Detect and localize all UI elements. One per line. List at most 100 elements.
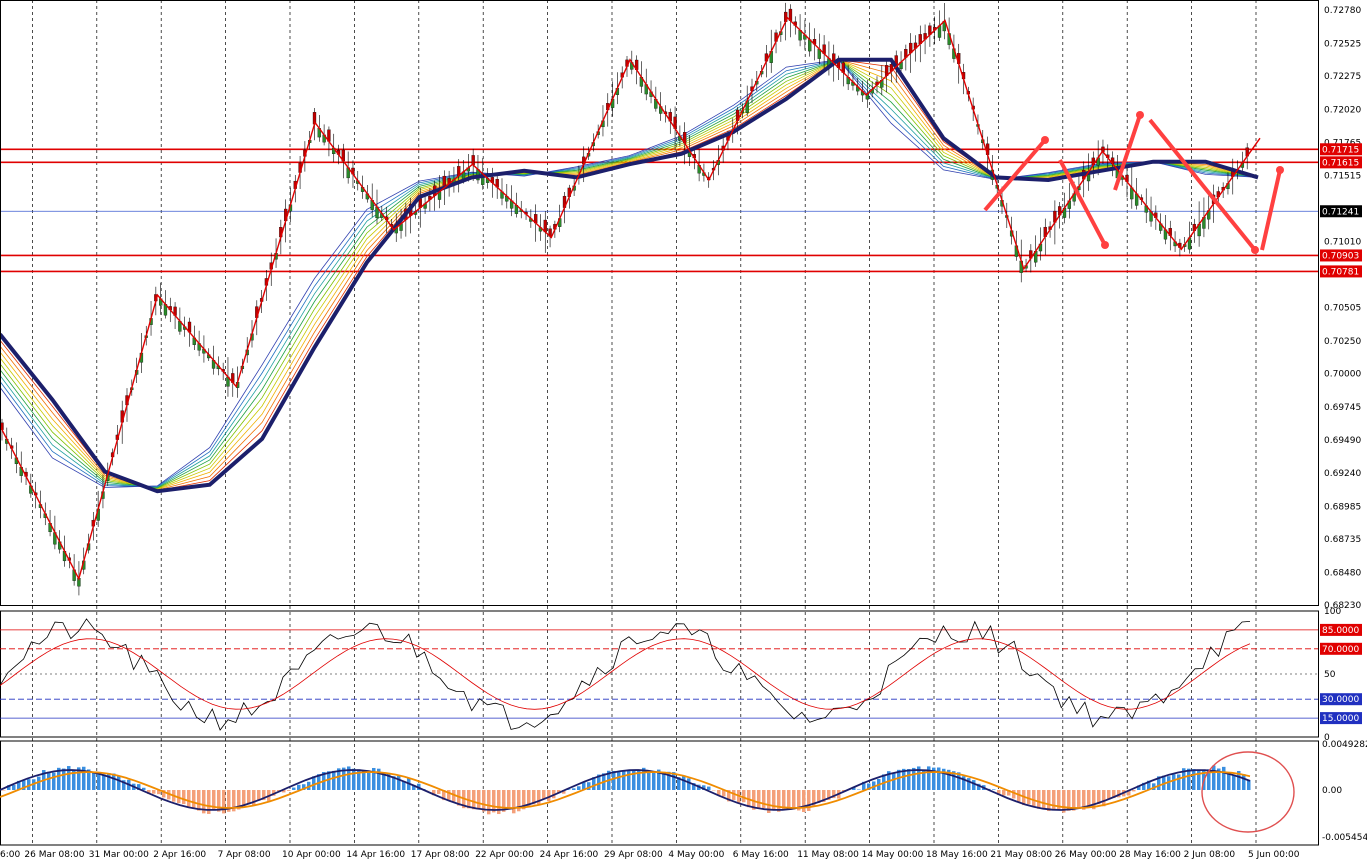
price-tick-label: 0.72780 [1324, 6, 1361, 16]
macd-bar [1042, 790, 1046, 810]
macd-bar [112, 773, 116, 790]
macd-bar [1222, 766, 1226, 790]
time-tick-label: 10 Apr 00:00 [282, 850, 341, 860]
time-tick-label: 29 Apr 08:00 [604, 850, 663, 860]
time-tick-label: 4 May 00:00 [668, 850, 724, 860]
level-tag-label: 0.71241 [1322, 207, 1359, 217]
macd-bar [972, 780, 976, 790]
time-tick-label: 21 May 08:00 [990, 850, 1052, 860]
macd-bar [362, 770, 366, 790]
level-tag-label: 0.70903 [1322, 251, 1359, 261]
macd-bar [1177, 774, 1181, 790]
macd-bar [297, 784, 301, 790]
macd-bar [1017, 790, 1021, 803]
candle-body [471, 155, 475, 166]
macd-bar [512, 790, 516, 814]
macd-bar [287, 790, 291, 791]
macd-bar [742, 790, 746, 803]
macd-bar [472, 790, 476, 810]
macd-bar [572, 788, 576, 790]
macd-bar [367, 770, 371, 790]
macd-bar [197, 790, 201, 811]
time-tick-label: 2 Apr 16:00 [153, 850, 206, 860]
level-tag-label: 0.71615 [1322, 158, 1359, 168]
macd-bar [47, 771, 51, 790]
macd-bar [777, 790, 781, 812]
macd-bar [792, 790, 796, 810]
stoch-tag-label: 85.0000 [1322, 626, 1359, 636]
macd-bar [117, 776, 121, 790]
macd-bar [652, 771, 656, 790]
macd-bar [12, 785, 16, 790]
macd-bar [1037, 790, 1041, 809]
time-tick-label: 28 May 16:00 [1119, 850, 1181, 860]
macd-bar [507, 790, 511, 810]
price-tick-label: 0.68735 [1324, 535, 1361, 545]
trend-arrow-head [1136, 111, 1144, 119]
time-tick-label: 5 Jun 00:00 [1248, 850, 1300, 860]
price-tick-label: 0.69745 [1324, 403, 1361, 413]
price-tick-label: 0.72525 [1324, 39, 1361, 49]
time-tick-label: 2 Jun 08:00 [1184, 850, 1236, 860]
macd-bar [92, 771, 96, 790]
macd-bar [857, 789, 861, 790]
macd-bar [352, 768, 356, 790]
price-tick-label: 0.68985 [1324, 502, 1361, 512]
macd-bar [647, 770, 651, 790]
trend-arrow-head [1041, 136, 1049, 144]
time-tick-label: 18 May 16:00 [926, 850, 988, 860]
macd-bar [247, 790, 251, 805]
trend-arrow-head [1101, 241, 1109, 249]
price-tick-label: 0.68230 [1324, 601, 1361, 611]
macd-bar [152, 790, 156, 794]
time-tick-label: 26 Mar 08:00 [24, 850, 84, 860]
price-tick-label: 0.71515 [1324, 171, 1361, 181]
macd-bar [1242, 774, 1246, 790]
macd-tick-label: -0.005454 [1322, 833, 1367, 843]
time-tick-label: 24 Apr 16:00 [540, 850, 599, 860]
price-tick-label: 0.68480 [1324, 568, 1361, 578]
macd-bar [292, 787, 296, 790]
time-tick-label: 11 May 08:00 [797, 850, 859, 860]
macd-bar [912, 767, 916, 790]
macd-bar [787, 790, 791, 810]
forex-chart: 10085.000070.00005030.000015.00000 0.004… [0, 0, 1367, 861]
macd-bar [612, 771, 616, 790]
macd-bar [627, 769, 631, 790]
macd-bar [477, 790, 481, 810]
time-tick-label: 31 Mar 00:00 [89, 850, 149, 860]
price-tick-label: 0.72020 [1324, 105, 1361, 115]
macd-bar [332, 770, 336, 790]
time-axis: 6:00 26 Mar 08:00 31 Mar 00:00 2 Apr 16:00 7… [0, 850, 1300, 860]
time-tick-label: 14 Apr 16:00 [346, 850, 405, 860]
macd-bar [62, 768, 66, 790]
macd-bar [682, 775, 686, 790]
price-tick-label: 0.69240 [1324, 469, 1361, 479]
macd-bar [1012, 790, 1016, 799]
macd-bar [622, 771, 626, 790]
macd-bar [2, 790, 6, 791]
macd-bar [757, 790, 761, 808]
macd-bar [182, 790, 186, 805]
trend-arrow-head [1276, 166, 1284, 174]
macd-bar [187, 790, 191, 808]
macd-bar [1132, 790, 1136, 792]
time-tick-label: 7 Apr 08:00 [218, 850, 271, 860]
macd-bar [1247, 780, 1251, 790]
stoch-tag-label: 70.0000 [1322, 645, 1359, 655]
macd-bar [1232, 774, 1236, 790]
macd-bar [52, 772, 56, 790]
macd-bar [937, 767, 941, 790]
price-tick-label: 0.70250 [1324, 337, 1361, 347]
time-tick-label: 17 Apr 08:00 [411, 850, 470, 860]
macd-tick-label: 0.0049282 [1322, 740, 1367, 750]
macd-bar [1172, 774, 1176, 790]
macd-bar [687, 778, 691, 790]
macd-bar [542, 790, 546, 799]
macd-bar [632, 769, 636, 790]
stoch-tag-label: 15.0000 [1322, 714, 1359, 724]
stoch-tag-label: 30.0000 [1322, 695, 1359, 705]
macd-bar [482, 790, 486, 812]
macd-bar [102, 774, 106, 790]
macd-bar [547, 790, 551, 802]
